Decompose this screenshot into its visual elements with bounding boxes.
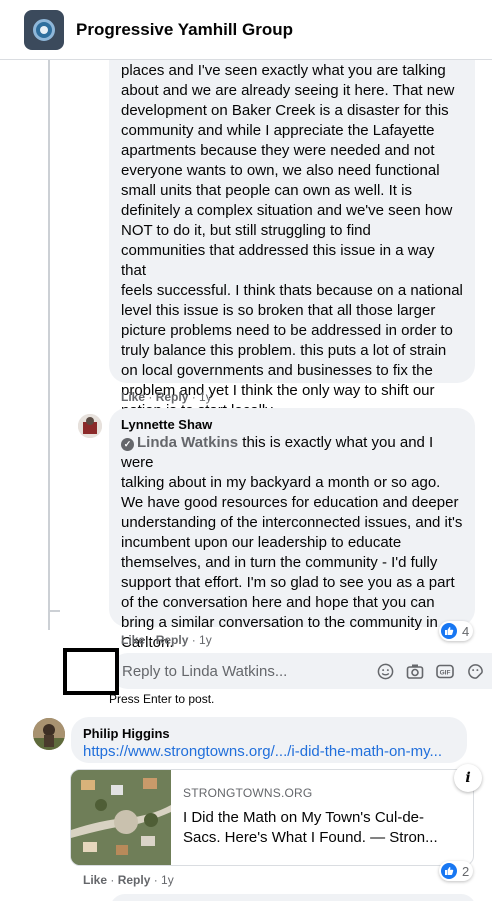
comment-text: ✓ Linda Watkins this is exactly what you … bbox=[121, 434, 463, 651]
reply-hint: Press Enter to post. bbox=[109, 692, 215, 706]
reaction-summary[interactable]: 2 bbox=[439, 861, 474, 881]
comment-author[interactable]: Lynnette Shaw bbox=[121, 416, 463, 433]
info-icon[interactable]: i bbox=[454, 764, 482, 792]
comment-actions: Like · Reply · 1y bbox=[83, 873, 174, 887]
comment-actions: Like · Reply · 1y bbox=[121, 633, 212, 647]
link-domain: STRONGTOWNS.ORG bbox=[183, 786, 313, 800]
timestamp[interactable]: 1y bbox=[161, 873, 174, 887]
verified-icon: ✓ bbox=[121, 438, 134, 451]
avatar[interactable] bbox=[78, 414, 102, 438]
comments-area: places and I've seen exactly what you ar… bbox=[0, 60, 492, 901]
sticker-icon[interactable] bbox=[466, 662, 484, 680]
timestamp[interactable]: 1y bbox=[199, 390, 212, 404]
thread-line-branch bbox=[48, 610, 60, 612]
reaction-summary[interactable]: 4 bbox=[439, 621, 474, 641]
group-header: Progressive Yamhill Group bbox=[0, 0, 492, 60]
link-title[interactable]: I Did the Math on My Town's Cul-de- Sacs… bbox=[183, 808, 471, 848]
reply-toolbar: GIF bbox=[376, 662, 492, 680]
camera-icon[interactable] bbox=[406, 662, 424, 680]
link-info: STRONGTOWNS.ORG I Did the Math on My Tow… bbox=[171, 770, 471, 865]
svg-text:GIF: GIF bbox=[440, 669, 451, 676]
redacted-avatar bbox=[63, 648, 119, 695]
comment-bubble: Lynnette Shaw ✓ Linda Watkins this is exa… bbox=[109, 408, 475, 651]
avatar[interactable] bbox=[33, 718, 65, 750]
mention-link[interactable]: ✓ Linda Watkins bbox=[121, 434, 238, 451]
group-name[interactable]: Progressive Yamhill Group bbox=[76, 20, 293, 40]
like-button[interactable]: Like bbox=[83, 873, 107, 887]
link-thumbnail bbox=[71, 770, 171, 865]
thread-line bbox=[48, 60, 50, 630]
comment-author[interactable]: Philip Higgins bbox=[83, 725, 455, 742]
reply-input-box[interactable]: Reply to Linda Watkins... GIF bbox=[110, 653, 492, 689]
comment-bubble: places and I've seen exactly what you ar… bbox=[109, 60, 475, 419]
reaction-count: 4 bbox=[462, 623, 470, 639]
comment-bubble: Philip Higgins https://www.strongtowns.o… bbox=[71, 717, 467, 763]
reaction-count: 2 bbox=[462, 863, 470, 879]
reply-button[interactable]: Reply bbox=[118, 873, 151, 887]
like-icon bbox=[441, 623, 457, 639]
reply-input[interactable]: Reply to Linda Watkins... bbox=[122, 663, 376, 680]
gif-icon[interactable]: GIF bbox=[436, 662, 454, 680]
comment-text: places and I've seen exactly what you ar… bbox=[121, 62, 463, 419]
like-button[interactable]: Like bbox=[121, 390, 145, 404]
comment-bubble bbox=[110, 894, 476, 901]
like-button[interactable]: Like bbox=[121, 633, 145, 647]
emoji-icon[interactable] bbox=[376, 662, 394, 680]
reply-button[interactable]: Reply bbox=[156, 633, 189, 647]
link-preview-card[interactable]: STRONGTOWNS.ORG I Did the Math on My Tow… bbox=[70, 769, 474, 866]
timestamp[interactable]: 1y bbox=[199, 633, 212, 647]
group-avatar[interactable] bbox=[24, 9, 64, 50]
reply-button[interactable]: Reply bbox=[156, 390, 189, 404]
group-logo-dot bbox=[40, 25, 48, 34]
comment-link[interactable]: https://www.strongtowns.org/.../i-did-th… bbox=[83, 742, 455, 762]
like-icon bbox=[441, 863, 457, 879]
comment-actions: Like · Reply · 1y bbox=[121, 390, 212, 404]
